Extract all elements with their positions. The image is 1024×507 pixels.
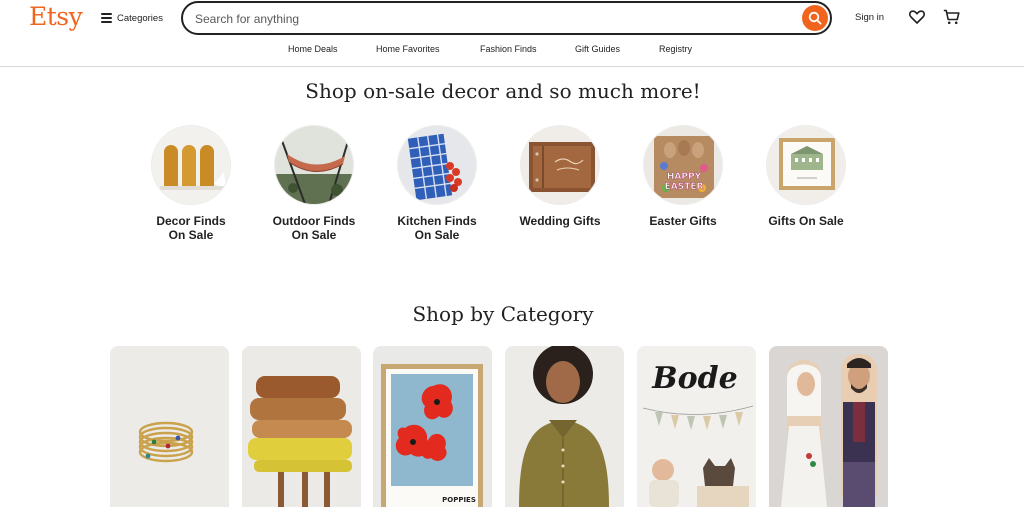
top-nav: Home Deals Home Favorites Fashion Finds … — [0, 44, 1024, 56]
bode-sign-text: Bode — [651, 361, 737, 396]
easter-gifts-label: Easter Gifts — [649, 214, 717, 228]
outdoor-finds-image — [274, 125, 354, 205]
category-tile-clothing[interactable] — [505, 346, 624, 507]
sign-in-link[interactable]: Sign in — [855, 12, 884, 23]
site-header: Etsy Categories Sign in Home Deals Home … — [0, 0, 1024, 67]
circle-wedding-gifts[interactable]: Wedding Gifts — [500, 125, 620, 228]
category-section-title: Shop by Category — [412, 302, 594, 326]
category-tile-kids[interactable]: Bode — [637, 346, 756, 507]
circle-easter-gifts[interactable]: HAPPY EASTER Easter Gifts — [623, 125, 743, 228]
category-tile-jewelry[interactable] — [110, 346, 229, 507]
categories-label: Categories — [117, 12, 163, 24]
nav-home-deals[interactable]: Home Deals — [288, 44, 338, 54]
kitchen-finds-label-line2: On Sale — [414, 228, 460, 242]
nav-gift-guides[interactable]: Gift Guides — [575, 44, 620, 54]
kitchen-finds-label-line1: Kitchen Finds — [397, 214, 477, 228]
cart-icon[interactable] — [943, 9, 960, 25]
nav-registry[interactable]: Registry — [659, 44, 692, 54]
outdoor-finds-label-line1: Outdoor Finds — [272, 214, 356, 228]
nav-fashion-finds[interactable]: Fashion Finds — [480, 44, 537, 54]
search-icon — [808, 11, 822, 25]
poppies-poster-text: POPPIES — [442, 496, 476, 504]
decor-finds-label-line1: Decor Finds — [156, 214, 226, 228]
easter-easter-text: EASTER — [665, 182, 704, 192]
etsy-logo[interactable]: Etsy — [29, 2, 83, 31]
search-button[interactable] — [802, 5, 828, 31]
heart-icon[interactable] — [909, 10, 925, 24]
category-tile-home[interactable] — [242, 346, 361, 507]
easter-happy-text: HAPPY — [667, 172, 702, 182]
circle-decor-finds[interactable]: Decor Finds On Sale — [131, 125, 251, 242]
search-bar — [181, 1, 832, 35]
decor-finds-image — [151, 125, 231, 205]
kitchen-finds-image — [397, 125, 477, 205]
gifts-on-sale-label: Gifts On Sale — [768, 214, 844, 228]
circle-outdoor-finds[interactable]: Outdoor Finds On Sale — [254, 125, 374, 242]
menu-icon — [101, 13, 112, 23]
outdoor-finds-label-line2: On Sale — [291, 228, 337, 242]
nav-home-favorites[interactable]: Home Favorites — [376, 44, 440, 54]
circle-gifts-on-sale[interactable]: Gifts On Sale — [746, 125, 866, 228]
category-tile-wedding[interactable] — [769, 346, 888, 507]
circle-kitchen-finds[interactable]: Kitchen Finds On Sale — [377, 125, 497, 242]
wedding-gifts-label: Wedding Gifts — [519, 214, 601, 228]
decor-finds-label-line2: On Sale — [168, 228, 214, 242]
sale-section-title: Shop on-sale decor and so much more! — [305, 79, 701, 103]
search-input[interactable] — [195, 9, 785, 29]
categories-menu-button[interactable]: Categories — [101, 11, 163, 25]
gifts-on-sale-image — [766, 125, 846, 205]
easter-gifts-image: HAPPY EASTER — [643, 125, 723, 205]
category-tile-art[interactable]: POPPIES — [373, 346, 492, 507]
wedding-gifts-image — [520, 125, 600, 205]
